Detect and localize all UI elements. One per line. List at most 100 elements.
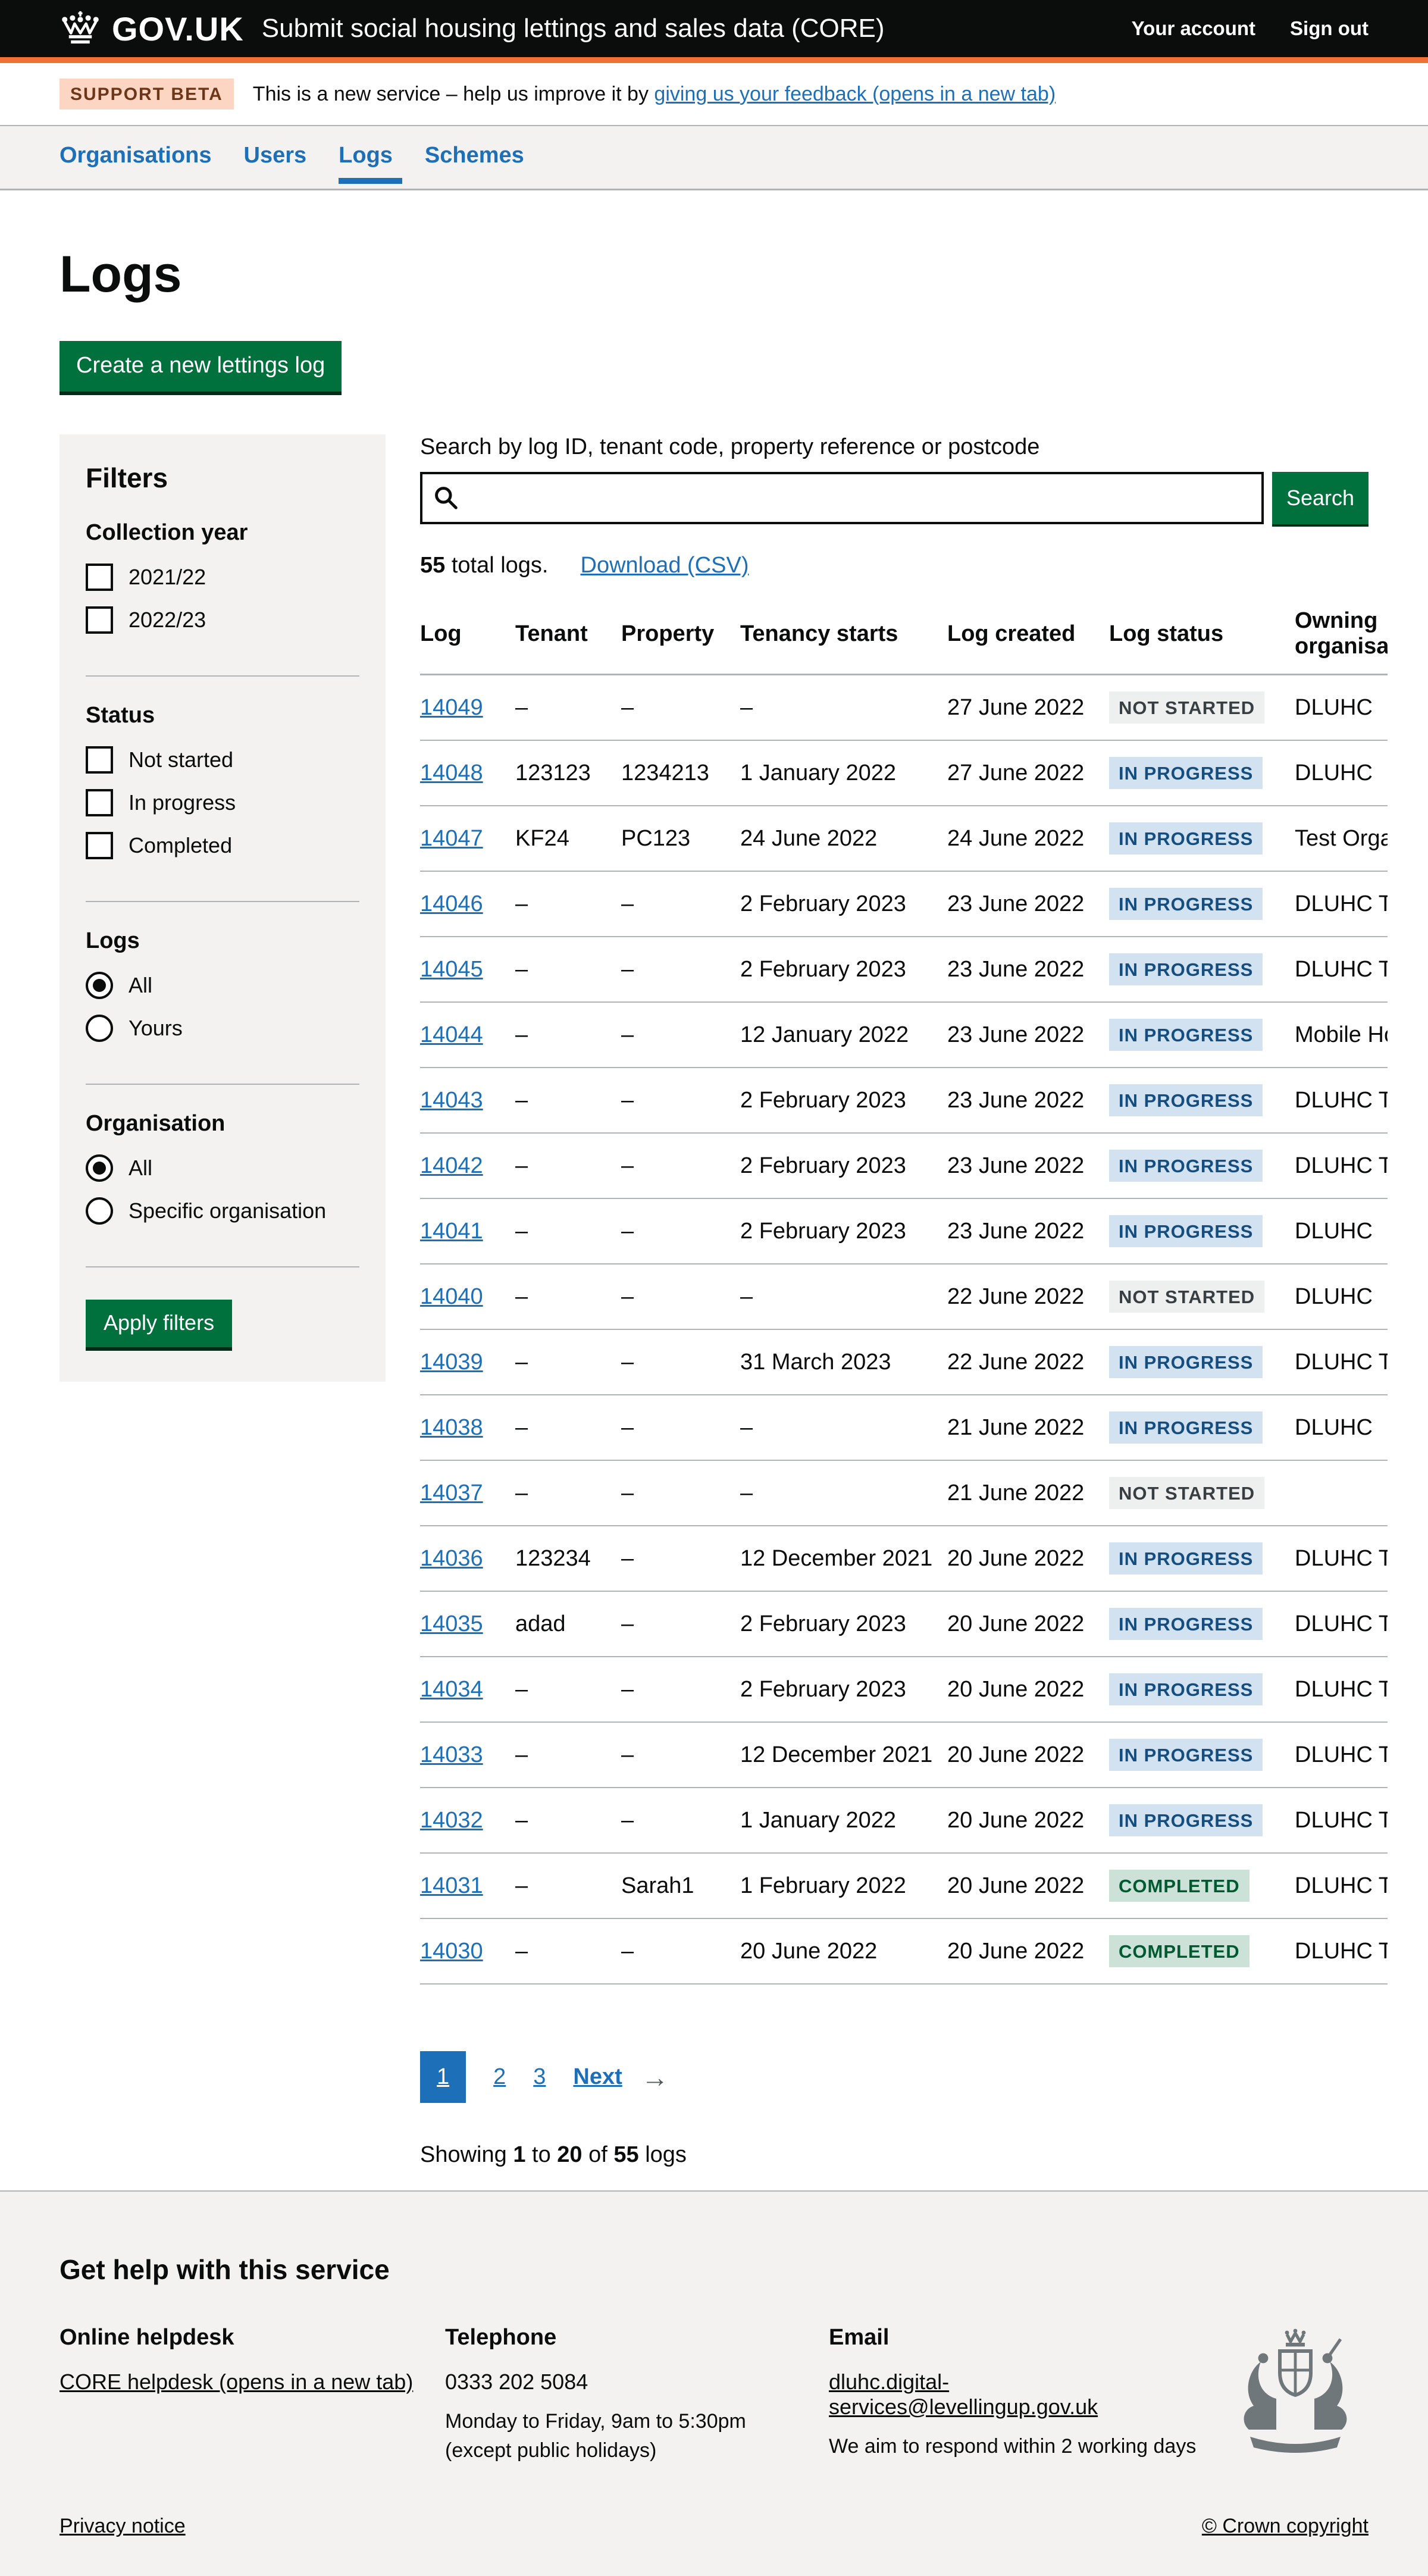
tenant-cell: – xyxy=(515,1133,621,1198)
search-button[interactable]: Search xyxy=(1272,472,1368,524)
pagination-current-page[interactable]: 1 xyxy=(420,2051,466,2103)
checkbox-label[interactable]: 2022/23 xyxy=(129,608,206,633)
search-input[interactable] xyxy=(420,472,1264,524)
radio-label[interactable]: All xyxy=(129,973,152,998)
tenancy-starts-cell: 2 February 2023 xyxy=(740,1068,947,1133)
table-row: 14030 – – 20 June 2022 20 June 2022 COMP… xyxy=(420,1918,1388,1984)
log-id-link[interactable]: 14049 xyxy=(420,695,483,720)
core-helpdesk-link[interactable]: CORE helpdesk (opens in a new tab) xyxy=(60,2370,413,2394)
log-id-link[interactable]: 14032 xyxy=(420,1808,483,1833)
col-header-log-created: Log created xyxy=(947,608,1109,675)
status-badge: IN PROGRESS xyxy=(1109,888,1263,920)
log-created-cell: 20 June 2022 xyxy=(947,1722,1109,1788)
log-id-link[interactable]: 14030 xyxy=(420,1939,483,1964)
crown-icon xyxy=(60,10,101,48)
checkbox[interactable] xyxy=(86,606,113,634)
tenancy-starts-cell: – xyxy=(740,1395,947,1460)
showing-to: 20 xyxy=(557,2142,582,2167)
checkbox-label[interactable]: Completed xyxy=(129,833,232,858)
nav-item[interactable]: Users xyxy=(244,143,307,189)
checkbox-label[interactable]: Not started xyxy=(129,747,233,772)
sign-out-link[interactable]: Sign out xyxy=(1290,17,1368,40)
status-badge: NOT STARTED xyxy=(1109,691,1264,724)
pagination-page-link[interactable]: 2 xyxy=(493,2064,506,2090)
feedback-link[interactable]: giving us your feedback (opens in a new … xyxy=(654,83,1056,105)
status-badge: IN PROGRESS xyxy=(1109,1673,1263,1705)
collection-year-legend: Collection year xyxy=(86,520,359,546)
radio-label[interactable]: All xyxy=(129,1156,152,1181)
table-row: 14048 123123 1234213 1 January 2022 27 J… xyxy=(420,740,1388,806)
checkbox-label[interactable]: In progress xyxy=(129,790,236,815)
your-account-link[interactable]: Your account xyxy=(1132,17,1255,40)
log-id-link[interactable]: 14040 xyxy=(420,1284,483,1309)
govuk-header: GOV.UK Submit social housing lettings an… xyxy=(0,0,1428,63)
log-id-link[interactable]: 14048 xyxy=(420,760,483,785)
log-id-link[interactable]: 14039 xyxy=(420,1350,483,1375)
table-row: 14044 – – 12 January 2022 23 June 2022 I… xyxy=(420,1002,1388,1068)
owning-org-cell: DLUHC xyxy=(1295,1264,1388,1329)
log-id-link[interactable]: 14047 xyxy=(420,826,483,851)
checkbox[interactable] xyxy=(86,789,113,816)
status-badge: NOT STARTED xyxy=(1109,1281,1264,1313)
property-cell: – xyxy=(621,1460,740,1526)
log-created-cell: 23 June 2022 xyxy=(947,1002,1109,1068)
status-badge: COMPLETED xyxy=(1109,1935,1250,1967)
privacy-notice-link[interactable]: Privacy notice xyxy=(60,2515,186,2538)
log-id-link[interactable]: 14042 xyxy=(420,1153,483,1178)
table-row: 14037 – – – 21 June 2022 NOT STARTED xyxy=(420,1460,1388,1526)
email-note: We aim to respond within 2 working days xyxy=(829,2435,1210,2458)
radio[interactable] xyxy=(86,1015,113,1042)
log-id-link[interactable]: 14031 xyxy=(420,1873,483,1898)
status-filter: Status Not started In progress xyxy=(86,703,359,875)
pagination-page-link[interactable]: 3 xyxy=(533,2064,546,2090)
tenancy-starts-cell: – xyxy=(740,1264,947,1329)
log-id-link[interactable]: 14044 xyxy=(420,1022,483,1047)
govuk-logo[interactable]: GOV.UK xyxy=(60,10,244,48)
owning-org-cell: Test Organi xyxy=(1295,806,1388,871)
checkbox[interactable] xyxy=(86,746,113,774)
checkbox[interactable] xyxy=(86,564,113,591)
apply-filters-button[interactable]: Apply filters xyxy=(86,1300,232,1347)
owning-org-cell: DLUHC xyxy=(1295,675,1388,741)
radio[interactable] xyxy=(86,1154,113,1182)
pagination-next-link[interactable]: Next xyxy=(573,2064,622,2090)
status-badge: IN PROGRESS xyxy=(1109,1019,1263,1051)
nav-item[interactable]: Schemes xyxy=(425,143,524,189)
owning-org-cell xyxy=(1295,1460,1388,1526)
log-id-link[interactable]: 14043 xyxy=(420,1088,483,1113)
log-id-link[interactable]: 14034 xyxy=(420,1677,483,1702)
download-csv-link[interactable]: Download (CSV) xyxy=(581,553,749,578)
log-id-link[interactable]: 14037 xyxy=(420,1481,483,1505)
log-created-cell: 23 June 2022 xyxy=(947,1133,1109,1198)
service-name-link[interactable]: Submit social housing lettings and sales… xyxy=(262,14,885,43)
footer-email-section: Email dluhc.digital-services@levellingup… xyxy=(829,2325,1210,2458)
create-lettings-log-button[interactable]: Create a new lettings log xyxy=(60,341,342,392)
log-created-cell: 27 June 2022 xyxy=(947,675,1109,741)
email-link[interactable]: dluhc.digital-services@levellingup.gov.u… xyxy=(829,2370,1098,2419)
crown-copyright-link[interactable]: © Crown copyright xyxy=(1202,2515,1368,2538)
tenancy-starts-cell: 12 January 2022 xyxy=(740,1002,947,1068)
checkbox[interactable] xyxy=(86,832,113,859)
status-legend: Status xyxy=(86,703,359,728)
radio[interactable] xyxy=(86,1197,113,1225)
radio-label[interactable]: Specific organisation xyxy=(129,1198,326,1223)
log-id-link[interactable]: 14033 xyxy=(420,1742,483,1767)
filter-divider xyxy=(86,901,359,902)
nav-item[interactable]: Logs xyxy=(339,143,393,189)
log-id-link[interactable]: 14045 xyxy=(420,957,483,982)
tenancy-starts-cell: 12 December 2021 xyxy=(740,1526,947,1591)
log-id-link[interactable]: 14036 xyxy=(420,1546,483,1571)
nav-item[interactable]: Organisations xyxy=(60,143,212,189)
radio-option: Specific organisation xyxy=(86,1197,359,1225)
log-id-link[interactable]: 14041 xyxy=(420,1219,483,1244)
radio[interactable] xyxy=(86,972,113,999)
checkbox-label[interactable]: 2021/22 xyxy=(129,565,206,590)
log-id-link[interactable]: 14046 xyxy=(420,891,483,916)
log-id-link[interactable]: 14035 xyxy=(420,1611,483,1636)
phase-banner-text: This is a new service – help us improve … xyxy=(253,83,1056,106)
filter-divider xyxy=(86,1266,359,1267)
radio-label[interactable]: Yours xyxy=(129,1016,183,1041)
logs-legend: Logs xyxy=(86,928,359,954)
results-bar: 55 total logs. Download (CSV) xyxy=(420,553,1368,578)
log-id-link[interactable]: 14038 xyxy=(420,1415,483,1440)
